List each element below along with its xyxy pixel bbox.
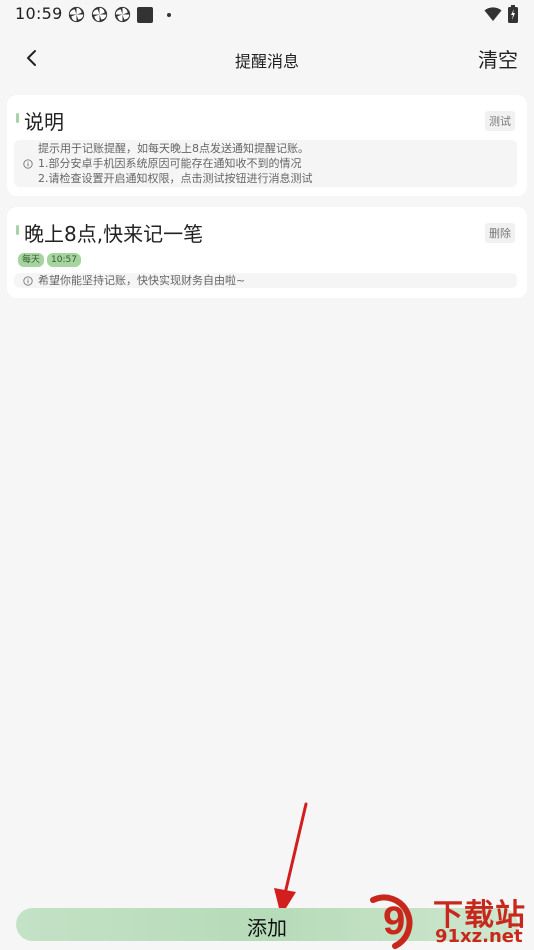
pinwheel-icon — [91, 6, 108, 23]
description-line: 希望你能坚持记账，快快实现财务自由啦~ — [38, 274, 246, 287]
test-button[interactable]: 测试 — [485, 111, 515, 131]
description-line: 2.请检查设置开启通知权限，点击测试按钮进行消息测试 — [38, 172, 313, 185]
notification-icons — [68, 6, 171, 23]
status-bar: 10:59 — [0, 0, 534, 30]
square-icon — [137, 6, 153, 23]
annotation-arrow-icon — [274, 802, 308, 916]
reminder-title: 晚上8点,快来记一笔 — [24, 222, 204, 246]
status-time: 10:59 — [15, 4, 63, 23]
watermark-logo-text: 9 — [383, 899, 405, 943]
pinwheel-icon — [68, 6, 85, 23]
app-header: 提醒消息 清空 — [0, 30, 534, 88]
system-icons — [484, 5, 518, 23]
description-line: 提示用于记账提醒，如每天晚上8点发送通知提醒记账。 — [38, 142, 309, 155]
description-lines: 提示用于记账提醒，如每天晚上8点发送通知提醒记账。 1.部分安卓手机因系统原因可… — [38, 141, 313, 186]
reminder-card[interactable]: 晚上8点,快来记一笔 删除 每天 10:57 希望你能坚持记账，快快实现财务自由… — [7, 207, 527, 298]
description-line: 1.部分安卓手机因系统原因可能存在通知收不到的情况 — [38, 157, 302, 170]
card-description: 提示用于记账提醒，如每天晚上8点发送通知提醒记账。 1.部分安卓手机因系统原因可… — [14, 140, 517, 187]
clear-button[interactable]: 清空 — [478, 44, 518, 73]
battery-icon — [508, 5, 518, 23]
reminder-badges: 每天 10:57 — [18, 253, 81, 267]
info-card: 说明 测试 提示用于记账提醒，如每天晚上8点发送通知提醒记账。 1.部分安卓手机… — [7, 95, 527, 196]
time-badge: 10:57 — [47, 253, 81, 267]
card-accent-bar — [16, 113, 19, 123]
delete-button[interactable]: 删除 — [485, 223, 515, 243]
dot-icon — [167, 12, 171, 17]
description-lines: 希望你能坚持记账，快快实现财务自由啦~ — [38, 273, 245, 288]
card-accent-bar — [16, 225, 19, 235]
watermark-domain: 91xz.net — [435, 926, 523, 947]
wifi-icon — [484, 7, 502, 21]
repeat-badge: 每天 — [18, 253, 45, 267]
page-title: 提醒消息 — [234, 52, 299, 71]
watermark: 9 下载站 91xz.net — [365, 888, 530, 950]
info-icon — [23, 159, 33, 169]
pinwheel-icon — [114, 6, 131, 23]
info-icon — [23, 276, 33, 286]
watermark-logo-icon: 9 — [370, 894, 413, 949]
reminder-description: 希望你能坚持记账，快快实现财务自由啦~ — [14, 273, 517, 288]
card-title: 说明 — [24, 110, 64, 134]
